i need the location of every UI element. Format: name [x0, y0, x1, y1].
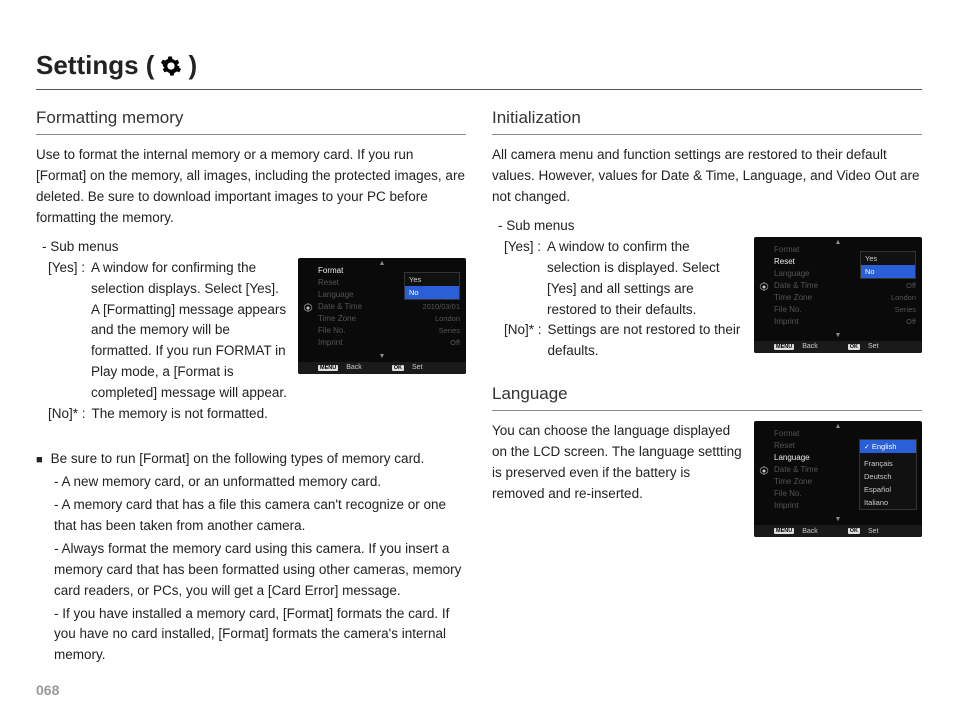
chevron-down-icon: ▼	[835, 332, 842, 339]
submenus-label-right: - Sub menus	[498, 218, 922, 233]
chevron-up-icon: ▲	[379, 260, 386, 267]
yes-desc-right: A window to confirm the selection is dis…	[547, 237, 744, 321]
submenu-no-right: [No]* : Settings are not restored to the…	[504, 320, 744, 362]
chevron-up-icon: ▲	[835, 423, 842, 430]
format-notes: ■ Be sure to run [Format] on the followi…	[36, 449, 466, 666]
gear-icon	[302, 302, 314, 314]
page-title-suffix: )	[188, 50, 197, 81]
square-bullet-icon: ■	[36, 452, 43, 470]
page-title-prefix: Settings (	[36, 50, 154, 81]
no-desc-left: The memory is not formatted.	[92, 404, 288, 425]
gear-icon	[160, 55, 182, 77]
yes-key-left: [Yes] :	[48, 258, 85, 404]
note-2: - Always format the memory card using th…	[54, 539, 466, 602]
submenu-no-left: [No]* : The memory is not formatted.	[48, 404, 288, 425]
no-key-right: [No]* :	[504, 320, 542, 362]
section-initialization-title: Initialization	[492, 108, 922, 135]
left-column: Formatting memory Use to format the inte…	[36, 108, 466, 668]
cam-screenshot-language: ▲ Format Reset Language Date & Time Time…	[754, 421, 922, 537]
initialization-intro: All camera menu and function settings ar…	[492, 145, 922, 208]
formatting-intro: Use to format the internal memory or a m…	[36, 145, 466, 229]
gear-icon	[758, 465, 770, 477]
note-0: - A new memory card, or an unformatted m…	[54, 472, 466, 493]
no-desc-right: Settings are not restored to their defau…	[548, 320, 744, 362]
popup-yes-no: Yes No	[404, 272, 460, 300]
yes-desc-left: A window for confirming the selection di…	[91, 258, 288, 404]
cam-bottom-bar: MENUBack OKSet	[298, 362, 466, 374]
submenu-yes-right: [Yes] : A window to confirm the selectio…	[504, 237, 744, 321]
language-desc: You can choose the language displayed on…	[492, 421, 744, 505]
notes-lead: Be sure to run [Format] on the following…	[51, 449, 425, 470]
right-column: Initialization All camera menu and funct…	[492, 108, 922, 668]
submenu-yes-left: [Yes] : A window for confirming the sele…	[48, 258, 288, 404]
page-number: 068	[36, 682, 59, 698]
chevron-down-icon: ▼	[835, 516, 842, 523]
cam-screenshot-reset: ▲ Format Reset Language Date & TimeOff T…	[754, 237, 922, 353]
note-3: - If you have installed a memory card, […	[54, 604, 466, 667]
note-1: - A memory card that has a file this cam…	[54, 495, 466, 537]
gear-icon	[758, 281, 770, 293]
cam-screenshot-format: ▲ Format Reset LanguageEnglish Date & Ti…	[298, 258, 466, 374]
section-formatting-title: Formatting memory	[36, 108, 466, 135]
popup-yes-no: Yes No	[860, 251, 916, 279]
page-title: Settings ( )	[36, 50, 922, 90]
popup-language: English Français Deutsch Español Italian…	[859, 439, 917, 510]
no-key-left: [No]* :	[48, 404, 86, 425]
chevron-up-icon: ▲	[835, 239, 842, 246]
section-language-title: Language	[492, 384, 922, 411]
submenus-label-left: - Sub menus	[42, 239, 466, 254]
chevron-down-icon: ▼	[379, 353, 386, 360]
yes-key-right: [Yes] :	[504, 237, 541, 321]
